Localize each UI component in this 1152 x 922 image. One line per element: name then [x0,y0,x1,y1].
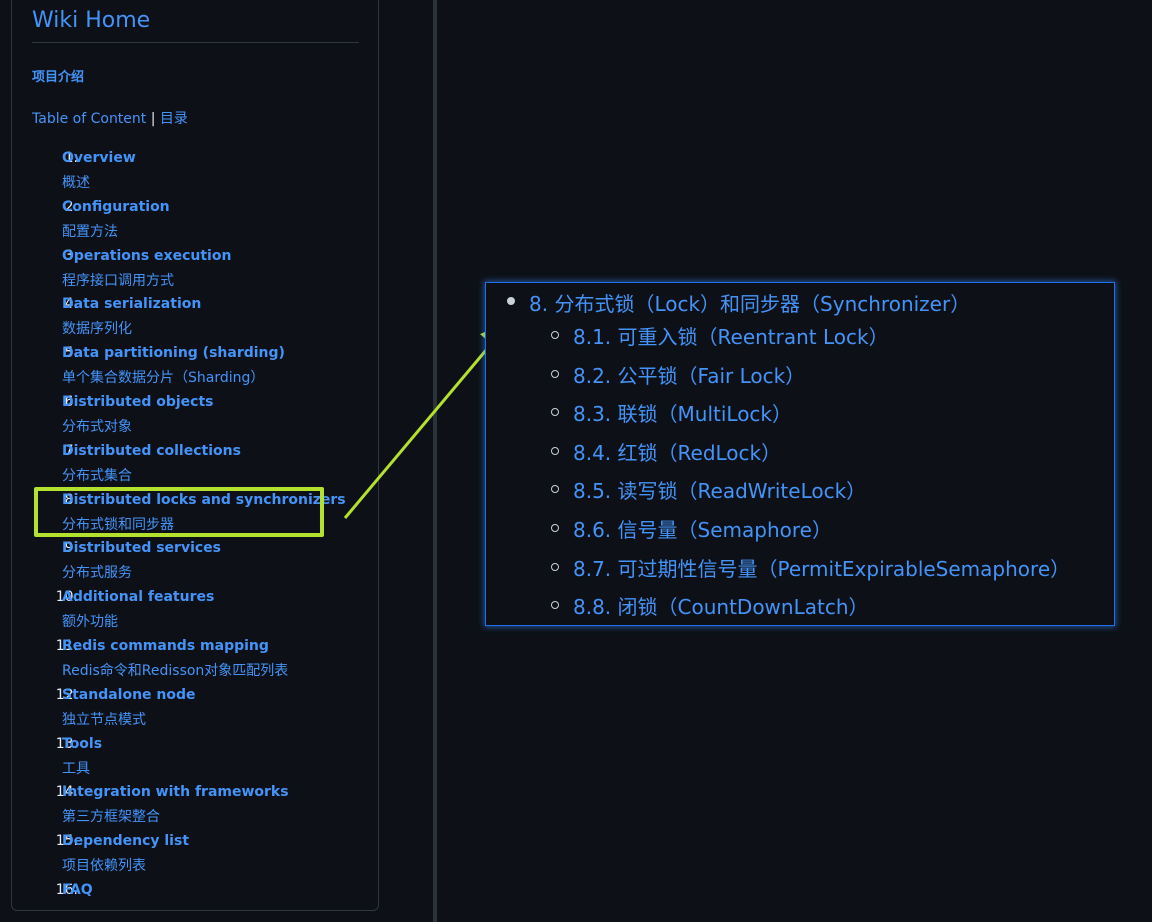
wiki-home-link[interactable]: Wiki Home [32,8,150,33]
toc-item-cn-link[interactable]: 程序接口调用方式 [62,270,174,290]
toc-item-additional-features: 10. Additional features 额外功能 [20,587,370,636]
toc-item-link[interactable]: Tools [62,736,102,752]
toc-item-distributed-collections: 7. Distributed collections 分布式集合 [20,441,370,490]
toc-item-dependency-list: 15. Dependency list 项目依赖列表 [20,831,370,880]
toc-item-link[interactable]: FAQ [62,882,93,898]
toc-item-cn-link[interactable]: 分布式服务 [62,562,132,582]
toc-item-link[interactable]: Distributed objects [62,394,213,410]
subsection-link[interactable]: 8.8. 闭锁（CountDownLatch） [573,591,869,620]
circle-bullet-icon [551,446,559,455]
toc-item-integration-frameworks: 14. Integration with frameworks 第三方框架整合 [20,782,370,831]
circle-bullet-icon [551,523,559,532]
toc-heading: Table of Content | 目录 [32,108,188,128]
toc-item-standalone-node: 12. Standalone node 独立节点模式 [20,685,370,734]
disc-bullet-icon [507,297,515,305]
toc-item-link[interactable]: Distributed collections [62,443,241,459]
toc-item-link[interactable]: Dependency list [62,833,189,849]
toc-link[interactable]: Table of Content [32,111,146,127]
zoomed-section-link[interactable]: 8. 分布式锁（Lock）和同步器（Synchronizer） [529,288,970,317]
toc-item-link[interactable]: Data partitioning (sharding) [62,345,285,361]
toc-item-redis-commands-mapping: 11. Redis commands mapping Redis命令和Redis… [20,636,370,685]
toc-item-link[interactable]: Distributed services [62,540,221,556]
toc-item-data-partitioning: 5. Data partitioning (sharding) 单个集合数据分片… [20,343,370,392]
toc-item-cn-link[interactable]: 工具 [62,758,90,778]
subsection-link[interactable]: 8.5. 读写锁（ReadWriteLock） [573,475,866,504]
toc-item-distributed-services: 9. Distributed services 分布式服务 [20,538,370,587]
toc-item-cn-link[interactable]: 配置方法 [62,221,118,241]
toc-item-cn-link[interactable]: 额外功能 [62,611,118,631]
toc-item-data-serialization: 4. Data serialization 数据序列化 [20,294,370,343]
toc-item-link[interactable]: Overview [62,150,136,166]
toc-item-cn-link[interactable]: 概述 [62,172,90,192]
subsection-link[interactable]: 8.2. 公平锁（Fair Lock） [573,360,805,389]
toc-item-faq: 16. FAQ [20,880,370,922]
toc-item-cn-link[interactable]: 数据序列化 [62,318,132,338]
toc-item-cn-link[interactable]: 分布式集合 [62,465,132,485]
toc-item-cn-link[interactable]: 分布式对象 [62,416,132,436]
toc-item-configuration: 2. Configuration 配置方法 [20,197,370,246]
toc-item-cn-link[interactable]: 第三方框架整合 [62,806,160,826]
subsection-link[interactable]: 8.7. 可过期性信号量（PermitExpirableSemaphore） [573,553,1070,582]
toc-item-link[interactable]: Configuration [62,199,170,215]
subsection-link[interactable]: 8.4. 红锁（RedLock） [573,437,781,466]
vertical-divider[interactable] [433,0,437,922]
toc-cn-link[interactable]: 目录 [160,111,188,127]
toc-item-overview: 1. Overview 概述 [20,148,370,197]
subsection-link[interactable]: 8.1. 可重入锁（Reentrant Lock） [573,321,889,350]
toc-item-link[interactable]: Data serialization [62,296,201,312]
circle-bullet-icon [551,331,559,339]
screenshot-root: Wiki Home 项目介绍 Table of Content | 目录 1. … [0,0,1152,922]
title-divider [32,42,359,43]
toc-item-cn-link[interactable]: 独立节点模式 [62,709,146,729]
toc-separator: | [150,111,156,127]
toc-item-distributed-objects: 6. Distributed objects 分布式对象 [20,392,370,441]
toc-item-link[interactable]: Integration with frameworks [62,784,289,800]
subsection-link[interactable]: 8.3. 联锁（MultiLock） [573,398,792,427]
toc-item-cn-link[interactable]: 单个集合数据分片（Sharding） [62,367,264,387]
toc-item-link[interactable]: Operations execution [62,248,231,264]
toc-item-cn-link[interactable]: Redis命令和Redisson对象匹配列表 [62,660,288,680]
circle-bullet-icon [551,562,559,571]
project-intro-link[interactable]: 项目介绍 [32,66,84,85]
toc-item-link[interactable]: Standalone node [62,687,196,703]
toc-item-link[interactable]: Redis commands mapping [62,638,269,654]
toc-item-link[interactable]: Additional features [62,589,214,605]
highlight-annotation-box [34,487,324,537]
circle-bullet-icon [551,369,559,378]
toc-item-cn-link[interactable]: 项目依赖列表 [62,855,146,875]
subsection-link[interactable]: 8.6. 信号量（Semaphore） [573,514,832,543]
toc-item-tools: 13. Tools 工具 [20,734,370,783]
toc-item-operations-execution: 3. Operations execution 程序接口调用方式 [20,246,370,295]
